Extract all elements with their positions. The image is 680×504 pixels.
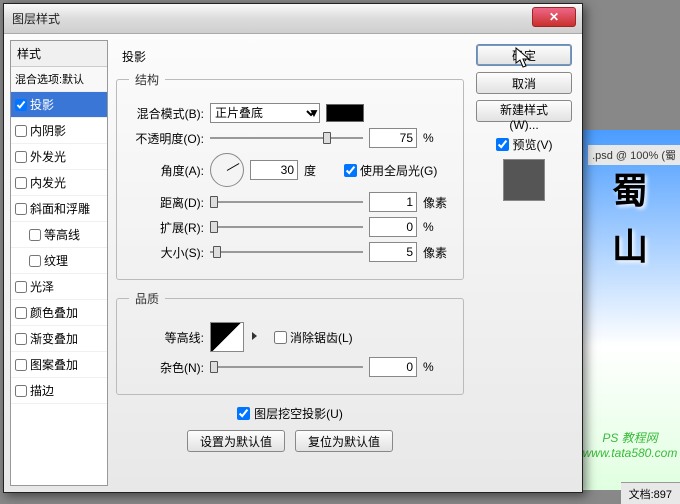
spread-input[interactable] xyxy=(369,217,417,237)
angle-label: 角度(A): xyxy=(129,162,204,179)
layer-style-dialog: 图层样式 ✕ 样式 混合选项:默认 投影内阴影外发光内发光斜面和浮雕等高线纹理光… xyxy=(3,3,583,493)
chevron-down-icon xyxy=(252,332,257,340)
angle-dial[interactable] xyxy=(210,153,244,187)
opacity-slider[interactable] xyxy=(210,129,363,147)
style-item-斜面和浮雕[interactable]: 斜面和浮雕 xyxy=(11,196,107,222)
blend-mode-label: 混合模式(B): xyxy=(129,105,204,122)
style-item-label: 内发光 xyxy=(30,174,66,191)
style-item-外发光[interactable]: 外发光 xyxy=(11,144,107,170)
contour-picker[interactable] xyxy=(210,322,244,352)
opacity-input[interactable] xyxy=(369,128,417,148)
style-item-光泽[interactable]: 光泽 xyxy=(11,274,107,300)
ok-button[interactable]: 确定 xyxy=(476,44,572,66)
distance-label: 距离(D): xyxy=(129,194,204,211)
style-item-颜色叠加[interactable]: 颜色叠加 xyxy=(11,300,107,326)
distance-unit: 像素 xyxy=(423,194,451,211)
preview-swatch xyxy=(503,159,545,201)
style-item-label: 颜色叠加 xyxy=(30,304,78,321)
quality-legend: 品质 xyxy=(129,290,165,307)
structure-group: 结构 混合模式(B): 正片叠底 ▼ 不透明度(O): % 角度(A): xyxy=(116,71,464,280)
opacity-label: 不透明度(O): xyxy=(129,130,204,147)
style-item-label: 斜面和浮雕 xyxy=(30,200,90,217)
bg-char-1: 蜀 xyxy=(612,162,648,214)
noise-input[interactable] xyxy=(369,357,417,377)
style-item-内阴影[interactable]: 内阴影 xyxy=(11,118,107,144)
angle-unit: 度 xyxy=(304,162,332,179)
bg-char-2: 山 xyxy=(612,218,648,270)
size-input[interactable] xyxy=(369,242,417,262)
structure-legend: 结构 xyxy=(129,71,165,88)
noise-unit: % xyxy=(423,360,451,374)
cancel-button[interactable]: 取消 xyxy=(476,72,572,94)
right-panel: 确定 取消 新建样式(W)... 预览(V) xyxy=(476,40,576,486)
style-item-等高线[interactable]: 等高线 xyxy=(11,222,107,248)
style-list-header[interactable]: 样式 xyxy=(11,41,107,67)
close-icon: ✕ xyxy=(549,10,559,24)
canvas-background: 蜀 山 PS 教程网 www.tata580.com xyxy=(580,130,680,490)
close-button[interactable]: ✕ xyxy=(532,7,576,27)
antialias-checkbox[interactable]: 消除锯齿(L) xyxy=(274,329,353,346)
style-item-label: 等高线 xyxy=(44,226,80,243)
spread-slider[interactable] xyxy=(210,218,363,236)
spread-unit: % xyxy=(423,220,451,234)
distance-slider[interactable] xyxy=(210,193,363,211)
contour-label: 等高线: xyxy=(129,329,204,346)
shadow-color-swatch[interactable] xyxy=(326,104,364,122)
knockout-checkbox[interactable]: 图层挖空投影(U) xyxy=(237,405,343,422)
reset-default-button[interactable]: 复位为默认值 xyxy=(295,430,393,452)
style-item-纹理[interactable]: 纹理 xyxy=(11,248,107,274)
style-item-图案叠加[interactable]: 图案叠加 xyxy=(11,352,107,378)
size-label: 大小(S): xyxy=(129,244,204,261)
center-panel: 投影 结构 混合模式(B): 正片叠底 ▼ 不透明度(O): % 角度(A): xyxy=(112,40,472,486)
quality-group: 品质 等高线: 消除锯齿(L) 杂色(N): % xyxy=(116,290,464,395)
angle-input[interactable] xyxy=(250,160,298,180)
style-item-label: 外发光 xyxy=(30,148,66,165)
panel-title: 投影 xyxy=(122,48,464,65)
style-item-描边[interactable]: 描边 xyxy=(11,378,107,404)
style-item-label: 内阴影 xyxy=(30,122,66,139)
global-light-checkbox[interactable]: 使用全局光(G) xyxy=(344,162,437,179)
blend-mode-select[interactable]: 正片叠底 xyxy=(210,103,320,123)
dialog-titlebar[interactable]: 图层样式 ✕ xyxy=(4,4,582,34)
style-item-内发光[interactable]: 内发光 xyxy=(11,170,107,196)
style-list: 样式 混合选项:默认 投影内阴影外发光内发光斜面和浮雕等高线纹理光泽颜色叠加渐变… xyxy=(10,40,108,486)
style-item-label: 图案叠加 xyxy=(30,356,78,373)
blending-options-default[interactable]: 混合选项:默认 xyxy=(11,67,107,92)
watermark: PS 教程网 www.tata580.com xyxy=(583,429,678,460)
dialog-title: 图层样式 xyxy=(12,10,60,27)
style-item-label: 渐变叠加 xyxy=(30,330,78,347)
document-tab-title[interactable]: .psd @ 100% (蜀 xyxy=(588,145,680,165)
spread-label: 扩展(R): xyxy=(129,219,204,236)
status-bar: 文档:897 xyxy=(621,482,680,504)
style-item-渐变叠加[interactable]: 渐变叠加 xyxy=(11,326,107,352)
opacity-unit: % xyxy=(423,131,451,145)
size-unit: 像素 xyxy=(423,244,451,261)
style-item-label: 纹理 xyxy=(44,252,68,269)
noise-slider[interactable] xyxy=(210,358,363,376)
style-item-投影[interactable]: 投影 xyxy=(11,92,107,118)
style-item-label: 投影 xyxy=(30,96,54,113)
noise-label: 杂色(N): xyxy=(129,359,204,376)
preview-checkbox[interactable]: 预览(V) xyxy=(496,136,553,153)
set-default-button[interactable]: 设置为默认值 xyxy=(187,430,285,452)
style-item-label: 描边 xyxy=(30,382,54,399)
size-slider[interactable] xyxy=(210,243,363,261)
distance-input[interactable] xyxy=(369,192,417,212)
style-item-label: 光泽 xyxy=(30,278,54,295)
new-style-button[interactable]: 新建样式(W)... xyxy=(476,100,572,122)
